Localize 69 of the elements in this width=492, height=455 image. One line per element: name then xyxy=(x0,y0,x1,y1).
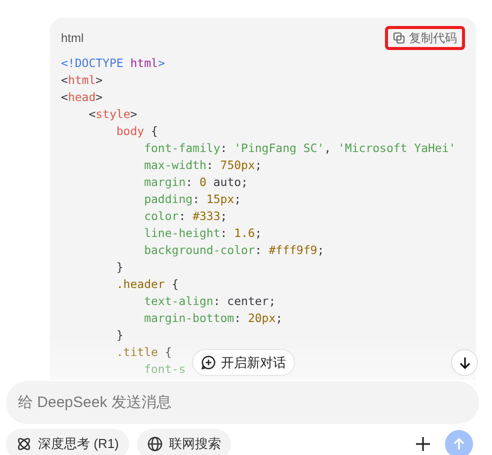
code-token: { xyxy=(150,123,158,140)
code-token: } xyxy=(115,259,124,276)
code-token: < xyxy=(61,72,68,89)
code-token: > xyxy=(96,72,103,89)
code-token: : xyxy=(206,157,214,174)
code-token: .title xyxy=(115,344,158,361)
code-token: style xyxy=(96,106,130,123)
code-token: } xyxy=(115,327,124,344)
code-token: : xyxy=(220,225,228,242)
arrow-up-icon xyxy=(452,437,466,451)
code-token: margin-bottom xyxy=(143,310,234,327)
code-token: > xyxy=(96,89,103,106)
code-token: : xyxy=(186,174,194,191)
new-chat-button[interactable]: 开启新对话 xyxy=(192,349,295,376)
code-token: : center; xyxy=(213,293,276,310)
code-token: head xyxy=(68,89,96,106)
code-token: #333 xyxy=(192,208,220,225)
code-token: 15px xyxy=(206,191,234,208)
code-token: : xyxy=(192,191,200,208)
code-token: background-color xyxy=(143,242,255,259)
atom-icon xyxy=(16,436,32,452)
code-token: : xyxy=(178,208,187,225)
plus-icon[interactable] xyxy=(415,436,431,452)
toolbar-toggle[interactable]: 联网搜索 xyxy=(136,429,231,455)
code-token: line-height xyxy=(143,225,220,242)
globe-icon xyxy=(146,436,163,452)
code-token: body xyxy=(115,123,144,140)
copy-icon xyxy=(393,32,405,44)
code-token: padding xyxy=(143,191,193,208)
code-token: , xyxy=(324,140,332,157)
copy-code-button[interactable]: 复制代码 xyxy=(385,26,465,50)
code-token: <!DOCTYPE xyxy=(61,55,124,72)
code-token: #fff9f9 xyxy=(268,242,318,259)
code-token: .header xyxy=(115,276,165,293)
code-token: html xyxy=(68,72,96,89)
code-token: ; xyxy=(220,208,228,225)
code-token: html xyxy=(130,55,158,72)
chat-plus-icon xyxy=(201,355,216,370)
code-token: auto; xyxy=(212,174,248,191)
code-token: color xyxy=(143,208,179,225)
code-token: 0 xyxy=(199,174,206,191)
code-token: < xyxy=(61,89,68,106)
code-token: 20px xyxy=(248,310,276,327)
code-token: 750px xyxy=(220,157,255,174)
code-token: ; xyxy=(254,225,262,242)
code-token: : xyxy=(254,242,263,259)
code-token: max-width xyxy=(143,157,206,174)
code-token: ; xyxy=(234,191,242,208)
code-token: : xyxy=(220,140,228,157)
code-token: < xyxy=(88,106,96,123)
code-token: 'Microsoft YaHei' xyxy=(338,140,456,157)
code-token: ; xyxy=(317,242,324,259)
arrow-down-icon xyxy=(458,356,472,370)
message-input[interactable]: 给 DeepSeek 发送消息 xyxy=(6,381,479,424)
code-token: > xyxy=(158,55,165,72)
code-token: : xyxy=(234,310,242,327)
code-token: font-s xyxy=(143,361,186,378)
code-token: 1.6 xyxy=(234,225,255,242)
code-token: font-family xyxy=(143,140,220,157)
toolbar-toggle[interactable]: 深度思考 (R1) xyxy=(6,429,129,455)
code-token: > xyxy=(130,106,138,123)
code-token: ; xyxy=(276,310,283,327)
code-token: ; xyxy=(254,157,262,174)
code-token: 'PingFang SC' xyxy=(234,140,324,157)
code-token: { xyxy=(164,344,172,361)
code-token: margin xyxy=(143,174,186,191)
code-token: { xyxy=(170,276,179,293)
code-language: html xyxy=(61,30,84,47)
code-token: text-align xyxy=(143,293,214,310)
